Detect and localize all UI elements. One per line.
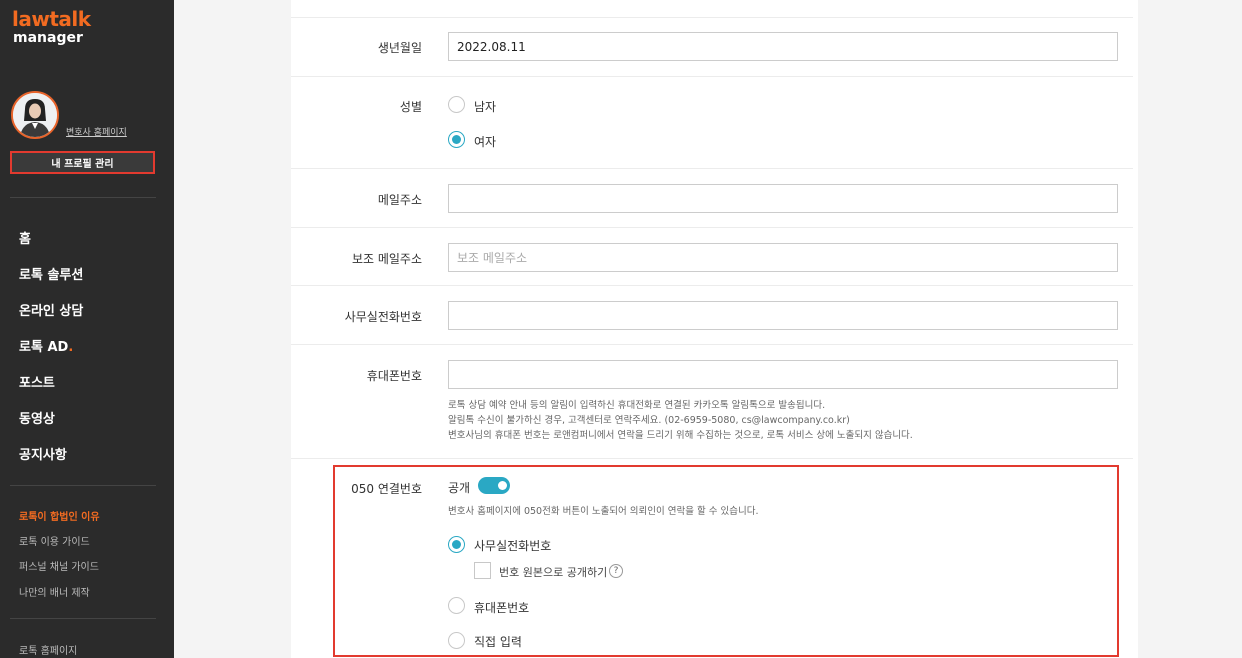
reveal-original-number-checkbox[interactable] xyxy=(474,562,491,579)
nav-notice[interactable]: 공지사항 xyxy=(19,444,67,463)
row-divider xyxy=(291,458,1133,459)
nav-home[interactable]: 홈 xyxy=(19,228,31,247)
gender-male-label: 남자 xyxy=(474,100,497,114)
link-usage-guide[interactable]: 로톡 이용 가이드 xyxy=(19,533,90,548)
gender-female-radio[interactable] xyxy=(448,131,465,148)
row-divider xyxy=(291,227,1133,228)
email-label: 메일주소 xyxy=(377,193,422,207)
profile-form-panel: 생년월일 2022.08.11 성별 남자 여자 메일주소 보조 메일주소 보조… xyxy=(291,0,1138,658)
office-phone-label: 사무실전화번호 xyxy=(344,310,422,324)
divider xyxy=(10,197,156,198)
mobile-radio[interactable] xyxy=(448,597,465,614)
row-divider xyxy=(291,17,1133,18)
reveal-original-number-label: 번호 원본으로 공개하기 xyxy=(499,566,608,579)
direct-input-option-label: 직접 입력 xyxy=(474,635,522,649)
sub-email-label: 보조 메일주소 xyxy=(351,252,422,266)
sub-email-input[interactable]: 보조 메일주소 xyxy=(448,243,1118,272)
divider xyxy=(10,618,156,619)
link-banner-maker[interactable]: 나만의 배너 제작 xyxy=(19,584,90,599)
gender-male-radio[interactable] xyxy=(448,96,465,113)
manage-profile-button[interactable]: 내 프로필 관리 xyxy=(10,151,155,174)
lawyer-homepage-link[interactable]: 변호사 홈페이지 xyxy=(66,125,127,138)
nav-lawtalk-ad[interactable]: 로톡 AD. xyxy=(19,336,73,355)
office-phone-radio[interactable] xyxy=(448,536,465,553)
nav-post[interactable]: 포스트 xyxy=(19,372,55,391)
avatar-photo xyxy=(13,93,57,137)
mobile-help-line: 알림톡 수신이 불가하신 경우, 고객센터로 연락주세요. (02-6959-5… xyxy=(448,415,850,426)
nav-lawtalk-solution[interactable]: 로톡 솔루션 xyxy=(19,264,83,283)
avatar[interactable] xyxy=(11,91,59,139)
nav-video[interactable]: 동영상 xyxy=(19,408,55,427)
birth-date-input[interactable]: 2022.08.11 xyxy=(448,32,1118,61)
direct-input-radio[interactable] xyxy=(448,632,465,649)
logo[interactable]: lawtalk manager xyxy=(12,8,91,46)
sidebar: lawtalk manager 변호사 홈페이지 내 프로필 관리 홈 로톡 솔… xyxy=(0,0,174,658)
gender-label: 성별 xyxy=(399,100,422,114)
link-why-legal[interactable]: 로톡이 합법인 이유 xyxy=(19,508,100,523)
logo-lawtalk: lawtalk xyxy=(12,7,91,31)
link-lawtalk-homepage[interactable]: 로톡 홈페이지 xyxy=(19,642,77,657)
mobile-help-text: 로톡 상담 예약 안내 등의 알림이 입력하신 휴대전화로 연결된 카카오톡 알… xyxy=(448,398,913,443)
link-personal-channel-guide[interactable]: 퍼스널 채널 가이드 xyxy=(19,558,99,573)
help-icon[interactable]: ? xyxy=(609,564,623,578)
mobile-option-label: 휴대폰번호 xyxy=(474,601,530,615)
gender-female-label: 여자 xyxy=(474,135,497,149)
mobile-input[interactable] xyxy=(448,360,1118,389)
new-dot: . xyxy=(68,340,74,355)
public-toggle-label: 공개 xyxy=(448,481,471,495)
office-phone-option-label: 사무실전화번호 xyxy=(474,539,552,553)
row-divider xyxy=(291,76,1133,77)
row-divider xyxy=(291,344,1133,345)
birth-label: 생년월일 xyxy=(377,41,422,55)
public-toggle[interactable] xyxy=(478,477,510,494)
mobile-help-line: 변호사님의 휴대폰 번호는 로앤컴퍼니에서 연락을 드리기 위해 수집하는 것으… xyxy=(448,430,913,441)
row-divider xyxy=(291,285,1133,286)
office-phone-input[interactable] xyxy=(448,301,1118,330)
row-divider xyxy=(291,168,1133,169)
divider xyxy=(10,485,156,486)
mobile-label: 휴대폰번호 xyxy=(366,369,422,383)
logo-manager: manager xyxy=(13,30,83,46)
nav-lawtalk-ad-label: 로톡 AD xyxy=(19,340,69,355)
nav-online-consult[interactable]: 온라인 상담 xyxy=(19,300,83,319)
connect050-help-text: 변호사 홈페이지에 050전화 버튼이 노출되어 의뢰인이 연락을 할 수 있습… xyxy=(448,506,759,517)
mobile-help-line: 로톡 상담 예약 안내 등의 알림이 입력하신 휴대전화로 연결된 카카오톡 알… xyxy=(448,400,826,411)
email-input[interactable] xyxy=(448,184,1118,213)
connect050-label: 050 연결번호 xyxy=(351,482,422,496)
